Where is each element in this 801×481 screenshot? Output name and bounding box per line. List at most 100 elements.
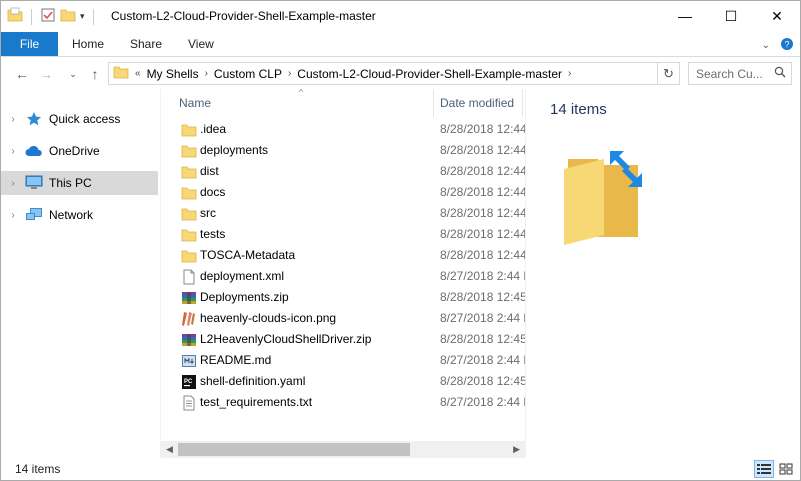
large-icons-view-button[interactable] — [776, 460, 796, 478]
nav-item-this-pc[interactable]: › This PC — [1, 171, 158, 195]
chevron-right-icon[interactable]: › — [288, 68, 291, 79]
file-name: src — [200, 206, 216, 220]
tab-share[interactable]: Share — [116, 32, 176, 56]
sort-ascending-icon: ^ — [299, 89, 304, 97]
file-row[interactable]: deployments 8/28/2018 12:44 — [161, 140, 525, 161]
breadcrumb-custom-clp[interactable]: Custom CLP — [214, 67, 282, 81]
file-date-modified: 8/27/2018 2:44 P — [440, 353, 525, 367]
file-name: shell-definition.yaml — [200, 374, 306, 388]
file-date-modified: 8/28/2018 12:44 — [440, 143, 525, 157]
column-date-modified[interactable]: Date modified — [440, 96, 514, 110]
recent-locations-icon[interactable]: ⌄ — [64, 65, 82, 83]
chevron-right-icon[interactable]: › — [4, 146, 22, 157]
breadcrumb-current-folder[interactable]: Custom-L2-Cloud-Provider-Shell-Example-m… — [297, 67, 562, 81]
large-icons-view-icon — [779, 463, 793, 475]
expand-ribbon-icon[interactable]: ⌄ — [762, 40, 770, 51]
column-separator[interactable] — [433, 89, 434, 117]
file-row[interactable]: docs 8/28/2018 12:44 — [161, 182, 525, 203]
file-name: Deployments.zip — [200, 290, 289, 304]
file-row[interactable]: README.md 8/27/2018 2:44 P — [161, 350, 525, 371]
window-title: Custom-L2-Cloud-Provider-Shell-Example-m… — [111, 9, 376, 23]
file-row[interactable]: Deployments.zip 8/28/2018 12:45 — [161, 287, 525, 308]
forward-arrow-icon[interactable]: → — [37, 65, 55, 83]
breadcrumb-my-shells[interactable]: My Shells — [147, 67, 199, 81]
file-name: dist — [200, 164, 219, 178]
file-date-modified: 8/27/2018 2:44 P — [440, 269, 525, 283]
file-date-modified: 8/28/2018 12:45 — [440, 290, 525, 304]
horizontal-scrollbar[interactable]: ◀ ▶ — [161, 441, 525, 458]
folder-small-icon — [7, 7, 23, 26]
minimize-button[interactable]: — — [662, 1, 708, 31]
nav-item-quick-access[interactable]: › Quick access — [1, 107, 158, 131]
chevron-right-icon[interactable]: › — [568, 68, 571, 79]
svg-text:?: ? — [784, 40, 789, 50]
file-row[interactable]: .idea 8/28/2018 12:44 — [161, 119, 525, 140]
folder-icon — [181, 164, 197, 180]
refresh-icon[interactable]: ↻ — [658, 62, 680, 85]
file-row[interactable]: heavenly-clouds-icon.png 8/27/2018 2:44 P — [161, 308, 525, 329]
file-row[interactable]: TOSCA-Metadata 8/28/2018 12:44 — [161, 245, 525, 266]
close-button[interactable]: ✕ — [754, 1, 800, 31]
file-row[interactable]: src 8/28/2018 12:44 — [161, 203, 525, 224]
file-date-modified: 8/28/2018 12:45 — [440, 374, 525, 388]
explorer-window: ▾ Custom-L2-Cloud-Provider-Shell-Example… — [0, 0, 801, 481]
status-bar: 14 items — [1, 458, 800, 480]
help-icon[interactable]: ? — [780, 37, 794, 54]
cloud-icon — [24, 143, 44, 159]
file-row[interactable]: tests 8/28/2018 12:44 — [161, 224, 525, 245]
file-name: TOSCA-Metadata — [200, 248, 296, 262]
quick-access-toolbar: ▾ — [7, 7, 98, 26]
chevron-right-icon[interactable]: › — [4, 178, 22, 189]
folder-icon — [181, 143, 197, 159]
back-arrow-icon[interactable]: ← — [13, 65, 31, 83]
star-icon — [24, 111, 44, 127]
file-row[interactable]: PC shell-definition.yaml 8/28/2018 12:45 — [161, 371, 525, 392]
address-bar[interactable]: « My Shells › Custom CLP › Custom-L2-Clo… — [108, 62, 658, 85]
file-row[interactable]: test_requirements.txt 8/27/2018 2:44 P — [161, 392, 525, 413]
folder-icon — [181, 206, 197, 222]
file-name: README.md — [200, 353, 272, 367]
file-name: .idea — [200, 122, 227, 136]
file-row[interactable]: L2HeavenlyCloudShellDriver.zip 8/28/2018 … — [161, 329, 525, 350]
scroll-right-icon[interactable]: ▶ — [513, 444, 520, 455]
nav-item-label: OneDrive — [49, 144, 100, 158]
nav-item-onedrive[interactable]: › OneDrive — [1, 139, 158, 163]
file-name: L2HeavenlyCloudShellDriver.zip — [200, 332, 372, 346]
file-name: deployments — [200, 143, 269, 157]
new-folder-icon[interactable] — [60, 7, 76, 26]
tab-home[interactable]: Home — [58, 32, 118, 56]
scroll-left-icon[interactable]: ◀ — [166, 444, 173, 455]
chevron-right-icon[interactable]: › — [205, 68, 208, 79]
nav-item-network[interactable]: › Network — [1, 203, 158, 227]
details-view-icon — [757, 464, 771, 474]
up-arrow-icon[interactable]: ↑ — [86, 65, 104, 83]
file-date-modified: 8/28/2018 12:44 — [440, 206, 525, 220]
window-controls: — ☐ ✕ — [662, 1, 800, 31]
file-list: ^ Name Date modified .idea 8/28/2018 12:4… — [161, 89, 525, 457]
file-row[interactable]: dist 8/28/2018 12:44 — [161, 161, 525, 182]
ribbon-tabs: File Home Share View ⌄ ? — [1, 32, 800, 57]
folder-shortcut-icon — [562, 149, 646, 245]
search-icon — [774, 66, 786, 81]
folder-small-icon — [113, 65, 129, 82]
ribbon-right-controls: ⌄ ? — [762, 37, 794, 54]
markdown-icon — [181, 353, 197, 369]
address-overflow[interactable]: « — [135, 68, 141, 79]
search-input[interactable]: Search Cu... — [688, 62, 792, 85]
file-name: test_requirements.txt — [200, 395, 313, 409]
column-name[interactable]: Name — [179, 96, 211, 110]
file-row[interactable]: deployment.xml 8/27/2018 2:44 P — [161, 266, 525, 287]
column-separator[interactable] — [522, 89, 523, 117]
tab-file[interactable]: File — [1, 32, 58, 56]
tab-view[interactable]: View — [174, 32, 228, 56]
details-view-button[interactable] — [754, 460, 774, 478]
customize-toolbar-icon[interactable]: ▾ — [80, 11, 85, 22]
maximize-button[interactable]: ☐ — [708, 1, 754, 31]
file-name: heavenly-clouds-icon.png — [200, 311, 337, 325]
image-icon — [181, 311, 197, 327]
properties-icon[interactable] — [40, 7, 56, 26]
scrollbar-thumb[interactable] — [178, 443, 410, 456]
chevron-right-icon[interactable]: › — [4, 210, 22, 221]
chevron-right-icon[interactable]: › — [4, 114, 22, 125]
document-icon — [181, 269, 197, 285]
